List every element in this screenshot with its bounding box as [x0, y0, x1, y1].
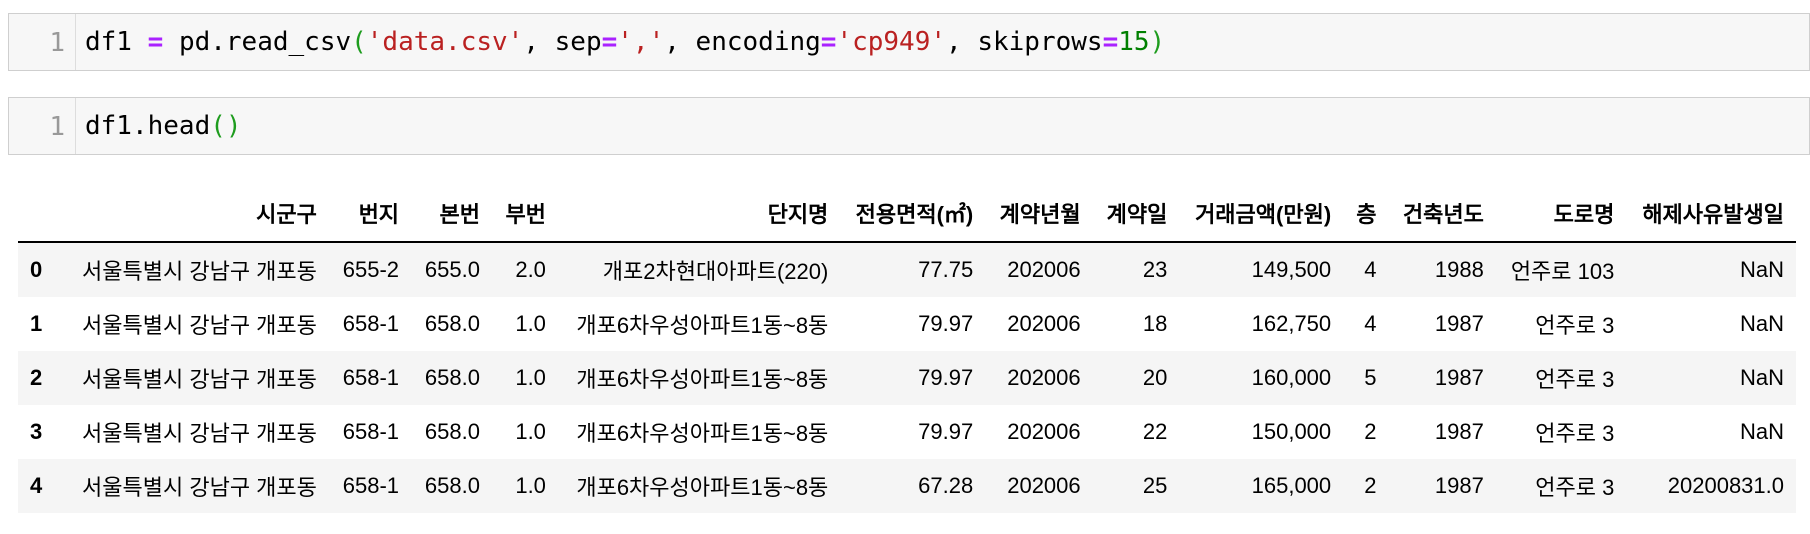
column-header: 도로명	[1495, 185, 1627, 243]
row-index: 0	[30, 257, 43, 282]
table-cell: 1988	[1434, 257, 1484, 282]
table-cell: 서울특별시 강남구 개포동	[82, 475, 317, 500]
table-cell: 658.0	[424, 419, 480, 444]
table-cell: 5	[1364, 365, 1377, 390]
table-cell: 67.28	[918, 473, 974, 498]
code-cell-head[interactable]: 1 df1.head()	[8, 97, 1810, 155]
table-cell: 655.0	[424, 257, 480, 282]
table-cell: 25	[1142, 473, 1168, 498]
table-cell: 655-2	[342, 257, 400, 282]
table-cell: 언주로 103	[1510, 259, 1615, 284]
table-cell: 서울특별시 강남구 개포동	[82, 259, 317, 284]
row-index: 3	[30, 419, 43, 444]
table-cell: 18	[1142, 311, 1168, 336]
table-cell: 4	[1364, 257, 1377, 282]
table-cell: 160,000	[1251, 365, 1332, 390]
table-header-row: 시군구 번지 본번 부번 단지명 전용면적(㎡) 계약년월 계약일 거래금액(만…	[18, 185, 1796, 243]
table-cell: 658.0	[424, 473, 480, 498]
table-cell: 20200831.0	[1667, 473, 1784, 498]
table-cell: 79.97	[918, 311, 974, 336]
table-cell: NaN	[1739, 257, 1784, 282]
table-cell: 22	[1142, 419, 1168, 444]
table-cell: 개포6차우성아파트1동~8동	[576, 421, 829, 446]
table-cell: 1987	[1434, 365, 1484, 390]
code-line[interactable]: df1 = pd.read_csv('data.csv', sep=',', e…	[85, 26, 1165, 58]
column-header: 번지	[328, 185, 412, 243]
table-cell: 언주로 3	[1535, 367, 1615, 392]
table-cell: 658-1	[342, 419, 400, 444]
column-header: 계약년월	[985, 185, 1093, 243]
table-cell: 서울특별시 강남구 개포동	[82, 421, 317, 446]
table-cell: 2.0	[515, 257, 546, 282]
table-cell: 202006	[1007, 473, 1081, 498]
table-cell: 언주로 3	[1535, 475, 1615, 500]
column-header: 전용면적(㎡)	[840, 185, 986, 243]
table-cell: 서울특별시 강남구 개포동	[82, 367, 317, 392]
line-number: 1	[49, 112, 65, 142]
code-line[interactable]: df1.head()	[85, 110, 242, 142]
table-cell: 165,000	[1251, 473, 1332, 498]
table-cell: 2	[1364, 473, 1377, 498]
table-cell: 658.0	[424, 311, 480, 336]
table-cell: 658.0	[424, 365, 480, 390]
table-cell: 79.97	[918, 419, 974, 444]
table-cell: 658-1	[342, 365, 400, 390]
code-cell-read-csv[interactable]: 1 df1 = pd.read_csv('data.csv', sep=',',…	[8, 13, 1810, 71]
table-cell: 658-1	[342, 311, 400, 336]
line-number: 1	[49, 28, 65, 58]
table-cell: 162,750	[1251, 311, 1332, 336]
table-cell: 2	[1364, 419, 1377, 444]
table-cell: 1987	[1434, 311, 1484, 336]
column-header: 본번	[411, 185, 492, 243]
row-index: 2	[30, 365, 43, 390]
row-index: 4	[30, 473, 43, 498]
table-cell: NaN	[1739, 419, 1784, 444]
table-cell: 202006	[1007, 419, 1081, 444]
table-cell: 서울특별시 강남구 개포동	[82, 313, 317, 338]
table-cell: 1987	[1434, 419, 1484, 444]
table-cell: 개포2차현대아파트(220)	[602, 259, 829, 284]
table-cell: 20	[1142, 365, 1168, 390]
table-cell: 개포6차우성아파트1동~8동	[576, 313, 829, 338]
table-row: 2 서울특별시 강남구 개포동 658-1 658.0 1.0 개포6차우성아파…	[18, 351, 1796, 405]
table-row: 4 서울특별시 강남구 개포동 658-1 658.0 1.0 개포6차우성아파…	[18, 459, 1796, 513]
column-header: 건축년도	[1388, 185, 1496, 243]
table-row: 0 서울특별시 강남구 개포동 655-2 655.0 2.0 개포2차현대아파…	[18, 242, 1796, 297]
dataframe-table: 시군구 번지 본번 부번 단지명 전용면적(㎡) 계약년월 계약일 거래금액(만…	[18, 185, 1796, 513]
table-row: 1 서울특별시 강남구 개포동 658-1 658.0 1.0 개포6차우성아파…	[18, 297, 1796, 351]
column-header: 부번	[491, 185, 558, 243]
table-cell: 202006	[1007, 311, 1081, 336]
column-header: 단지명	[557, 185, 841, 243]
table-cell: 언주로 3	[1535, 313, 1615, 338]
column-header	[18, 185, 64, 243]
table-cell: 23	[1142, 257, 1168, 282]
column-header: 해제사유발생일	[1626, 185, 1796, 243]
table-cell: 1.0	[515, 473, 546, 498]
table-cell: 개포6차우성아파트1동~8동	[576, 367, 829, 392]
table-row: 3 서울특별시 강남구 개포동 658-1 658.0 1.0 개포6차우성아파…	[18, 405, 1796, 459]
table-cell: 1987	[1434, 473, 1484, 498]
column-header: 거래금액(만원)	[1179, 185, 1344, 243]
table-cell: 202006	[1007, 365, 1081, 390]
table-cell: 4	[1364, 311, 1377, 336]
column-header: 시군구	[64, 185, 329, 243]
table-cell: 79.97	[918, 365, 974, 390]
table-cell: 77.75	[918, 257, 974, 282]
table-cell: 개포6차우성아파트1동~8동	[576, 475, 829, 500]
table-cell: 150,000	[1251, 419, 1332, 444]
output-area: 시군구 번지 본번 부번 단지명 전용면적(㎡) 계약년월 계약일 거래금액(만…	[18, 185, 1800, 513]
column-header: 층	[1343, 185, 1389, 243]
table-cell: NaN	[1739, 365, 1784, 390]
table-cell: 1.0	[515, 311, 546, 336]
table-cell: 149,500	[1251, 257, 1332, 282]
table-cell: 658-1	[342, 473, 400, 498]
row-index: 1	[30, 311, 43, 336]
table-cell: NaN	[1739, 311, 1784, 336]
column-header: 계약일	[1092, 185, 1180, 243]
table-cell: 202006	[1007, 257, 1081, 282]
table-cell: 1.0	[515, 419, 546, 444]
table-cell: 1.0	[515, 365, 546, 390]
table-cell: 언주로 3	[1535, 421, 1615, 446]
